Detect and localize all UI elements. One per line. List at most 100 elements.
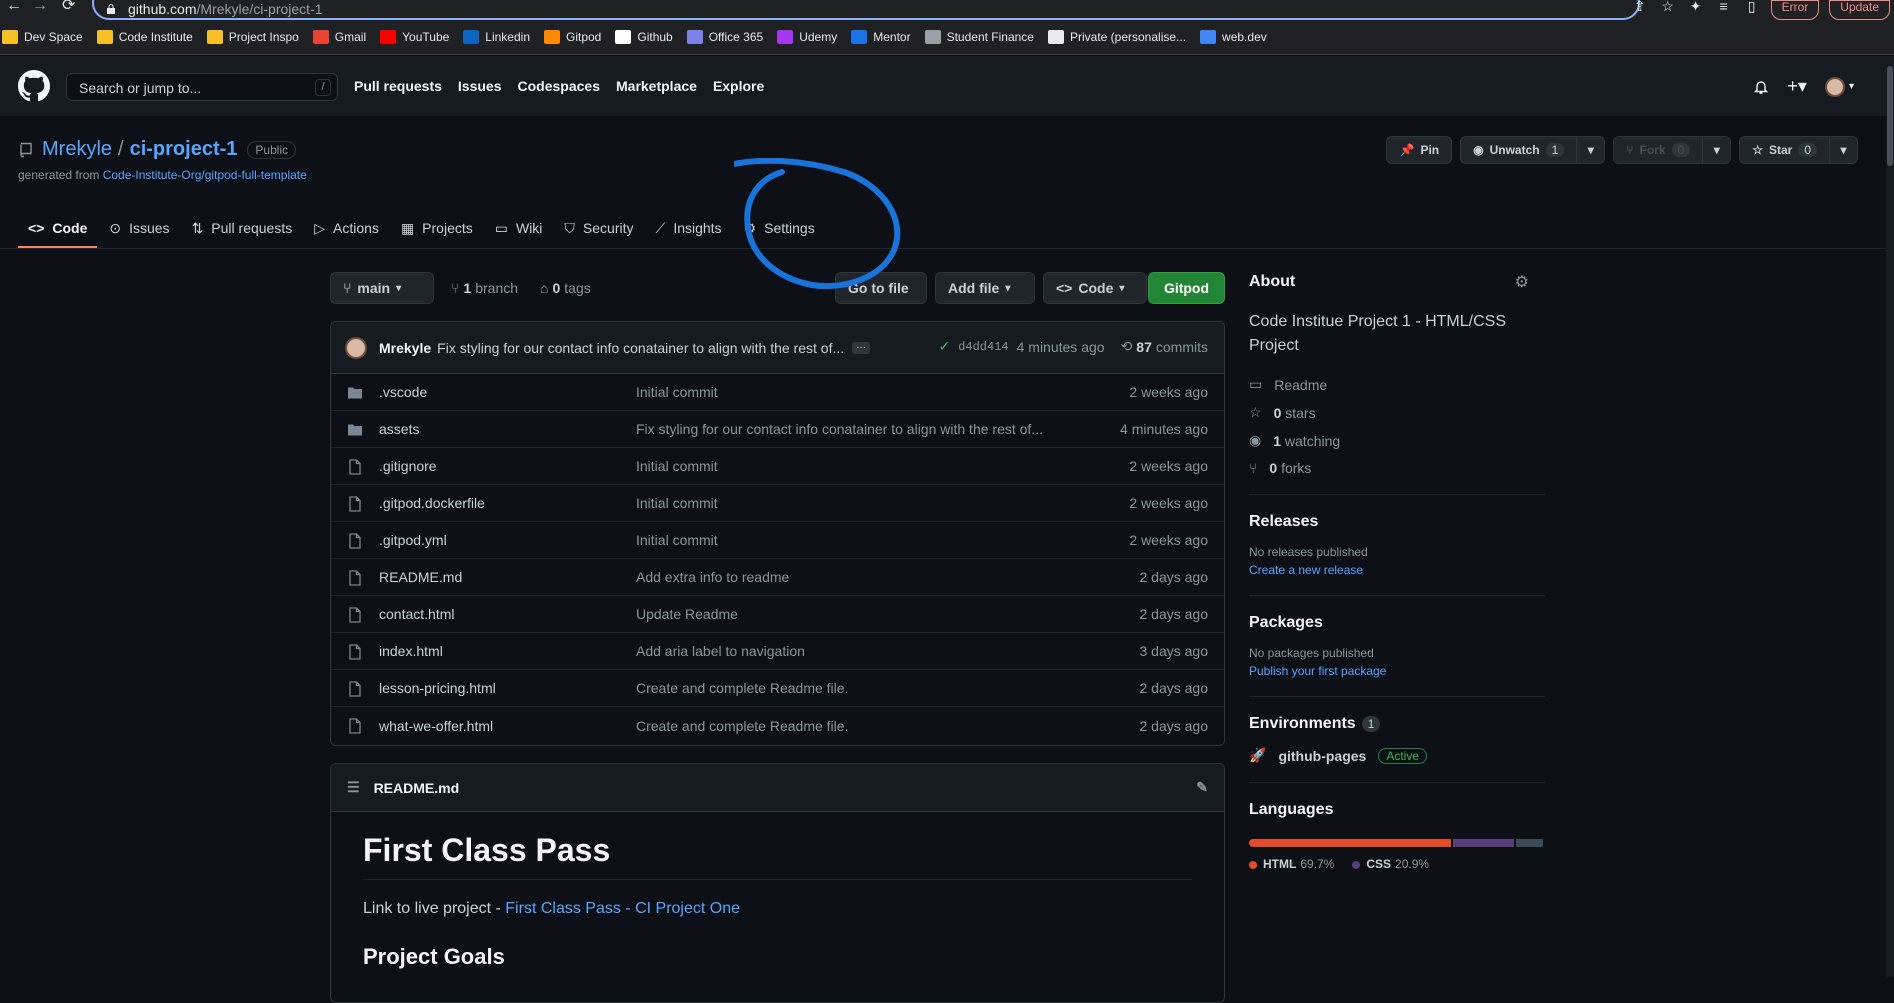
file-name-link[interactable]: .gitpod.yml: [379, 532, 447, 548]
back-icon[interactable]: ←: [6, 0, 22, 14]
nav-pull-requests[interactable]: Pull requests: [354, 78, 442, 94]
tab-pull-requests[interactable]: ⇅ Pull requests: [182, 208, 303, 248]
file-name-link[interactable]: assets: [379, 421, 419, 437]
bookmark-item[interactable]: Gmail: [312, 20, 374, 55]
page-scrollbar[interactable]: [1886, 56, 1894, 977]
tab-code[interactable]: <> Code: [18, 208, 98, 248]
url-field[interactable]: github.com/Mrekyle/ci-project-1: [92, 0, 1640, 20]
file-name-link[interactable]: .vscode: [379, 384, 427, 400]
fork-button[interactable]: ⑂ Fork 0 ▾: [1613, 136, 1732, 164]
code-button[interactable]: <> Code ▾: [1043, 272, 1147, 304]
commit-sha[interactable]: d4dd414: [958, 340, 1008, 354]
publish-package-link[interactable]: Publish your first package: [1249, 664, 1545, 678]
pencil-icon[interactable]: ✎: [1196, 779, 1208, 796]
bookmark-star-icon[interactable]: ☆: [1659, 0, 1677, 14]
go-to-file-button[interactable]: Go to file: [835, 272, 927, 304]
scrollbar-thumb[interactable]: [1887, 66, 1893, 166]
side-panel-icon[interactable]: ▯: [1743, 0, 1761, 14]
commit-message-link[interactable]: Initial commit: [636, 384, 718, 400]
file-name-link[interactable]: what-we-offer.html: [379, 718, 493, 734]
packages-heading[interactable]: Packages: [1249, 614, 1545, 632]
github-logo-icon[interactable]: [18, 70, 50, 102]
readme-link[interactable]: ▭ Readme: [1249, 376, 1545, 393]
bookmark-item[interactable]: Mentor: [851, 20, 918, 55]
commit-message-link[interactable]: Add extra info to readme: [636, 569, 789, 585]
reload-icon[interactable]: ⟳: [62, 0, 75, 14]
chevron-down-icon[interactable]: ▾: [1829, 137, 1857, 163]
repo-name-link[interactable]: ci-project-1: [130, 138, 238, 161]
star-button[interactable]: ☆ Star 0 ▾: [1739, 136, 1858, 164]
chevron-down-icon[interactable]: ▾: [1576, 137, 1604, 163]
forward-icon[interactable]: →: [32, 0, 48, 14]
bookmark-item[interactable]: Github: [615, 20, 680, 55]
file-name-link[interactable]: contact.html: [379, 606, 454, 622]
bookmark-item[interactable]: Linkedin: [463, 20, 538, 55]
file-name-link[interactable]: .gitignore: [379, 458, 437, 474]
commit-message-link[interactable]: Create and complete Readme file.: [636, 680, 848, 696]
forks-link[interactable]: ⑂ 0 forks: [1249, 460, 1545, 476]
commit-message-link[interactable]: Initial commit: [636, 532, 718, 548]
readme-filename[interactable]: README.md: [374, 780, 460, 796]
file-name-link[interactable]: README.md: [379, 569, 462, 585]
file-name-link[interactable]: lesson-pricing.html: [379, 680, 496, 696]
bookmark-item[interactable]: Dev Space: [2, 20, 91, 55]
nav-issues[interactable]: Issues: [458, 78, 502, 94]
bell-icon[interactable]: [1753, 79, 1769, 95]
pin-button[interactable]: 📌 Pin: [1386, 136, 1453, 164]
share-icon[interactable]: ⇪: [1631, 0, 1649, 14]
commits-link[interactable]: ⟲ 87 commits: [1121, 338, 1208, 355]
environments-heading[interactable]: Environments 1: [1249, 715, 1545, 733]
list-icon[interactable]: ☰: [347, 779, 360, 796]
template-link[interactable]: Code-Institute-Org/gitpod-full-template: [103, 168, 307, 182]
commit-message[interactable]: Fix styling for our contact info conatai…: [437, 340, 844, 356]
commit-message-link[interactable]: Initial commit: [636, 458, 718, 474]
file-name-link[interactable]: index.html: [379, 643, 443, 659]
reading-list-icon[interactable]: ≡: [1715, 0, 1733, 14]
update-chip[interactable]: Update: [1829, 0, 1890, 20]
bookmark-item[interactable]: Project Inspo: [206, 20, 307, 55]
create-release-link[interactable]: Create a new release: [1249, 563, 1545, 577]
create-new-icon[interactable]: +▾: [1787, 76, 1807, 97]
stars-link[interactable]: ☆ 0 stars: [1249, 404, 1545, 421]
bookmark-item[interactable]: Udemy: [777, 20, 845, 55]
nav-marketplace[interactable]: Marketplace: [616, 78, 697, 94]
commit-message-link[interactable]: Update Readme: [636, 606, 738, 622]
tab-security[interactable]: ⛉ Security: [554, 208, 643, 248]
language-item[interactable]: CSS 20.9%: [1352, 857, 1429, 871]
tab-settings[interactable]: ⚙ Settings: [734, 208, 825, 248]
tab-actions[interactable]: ▷ Actions: [304, 208, 389, 248]
commit-author[interactable]: Mrekyle: [379, 340, 431, 356]
tab-insights[interactable]: ⟋ Insights: [646, 208, 732, 248]
user-menu[interactable]: ▾: [1824, 76, 1854, 97]
commit-message-link[interactable]: Fix styling for our contact info conatai…: [636, 421, 1043, 437]
commit-message-link[interactable]: Add aria label to navigation: [636, 643, 805, 659]
tags-link[interactable]: ⌂ 0 tags: [540, 280, 591, 296]
commit-message-link[interactable]: Initial commit: [636, 495, 718, 511]
bookmark-item[interactable]: Code Institute: [96, 20, 201, 55]
nav-explore[interactable]: Explore: [713, 78, 764, 94]
search-input[interactable]: Search or jump to... /: [66, 73, 338, 101]
bookmark-item[interactable]: Office 365: [686, 20, 771, 55]
language-item[interactable]: HTML 69.7%: [1249, 857, 1334, 871]
bookmark-item[interactable]: Student Finance: [924, 20, 1042, 55]
bookmark-item[interactable]: Gitpod: [544, 20, 609, 55]
expand-commit-button[interactable]: …: [852, 340, 871, 354]
add-file-button[interactable]: Add file ▾: [935, 272, 1035, 304]
check-icon[interactable]: ✓: [938, 338, 950, 355]
profile-error-chip[interactable]: Error: [1770, 0, 1820, 20]
gitpod-button[interactable]: Gitpod: [1148, 272, 1225, 304]
environment-link[interactable]: github-pages: [1278, 748, 1366, 764]
extensions-icon[interactable]: ✦: [1687, 0, 1705, 14]
tab-issues[interactable]: ⊙ Issues: [99, 208, 179, 248]
bookmark-item[interactable]: YouTube: [380, 20, 457, 55]
unwatch-button[interactable]: ◉ Unwatch 1 ▾: [1460, 136, 1606, 164]
nav-codespaces[interactable]: Codespaces: [518, 78, 600, 94]
watching-link[interactable]: ◉ 1 watching: [1249, 432, 1545, 449]
branches-link[interactable]: ⑂ 1 branch: [451, 280, 518, 296]
branch-select-button[interactable]: ⑂ main ▾: [330, 272, 434, 304]
gear-icon[interactable]: ⚙: [1515, 272, 1529, 292]
commit-message-link[interactable]: Create and complete Readme file.: [636, 718, 848, 734]
repo-owner-link[interactable]: Mrekyle: [42, 138, 112, 161]
tab-wiki[interactable]: ▭ Wiki: [485, 208, 553, 248]
releases-heading[interactable]: Releases: [1249, 513, 1545, 531]
